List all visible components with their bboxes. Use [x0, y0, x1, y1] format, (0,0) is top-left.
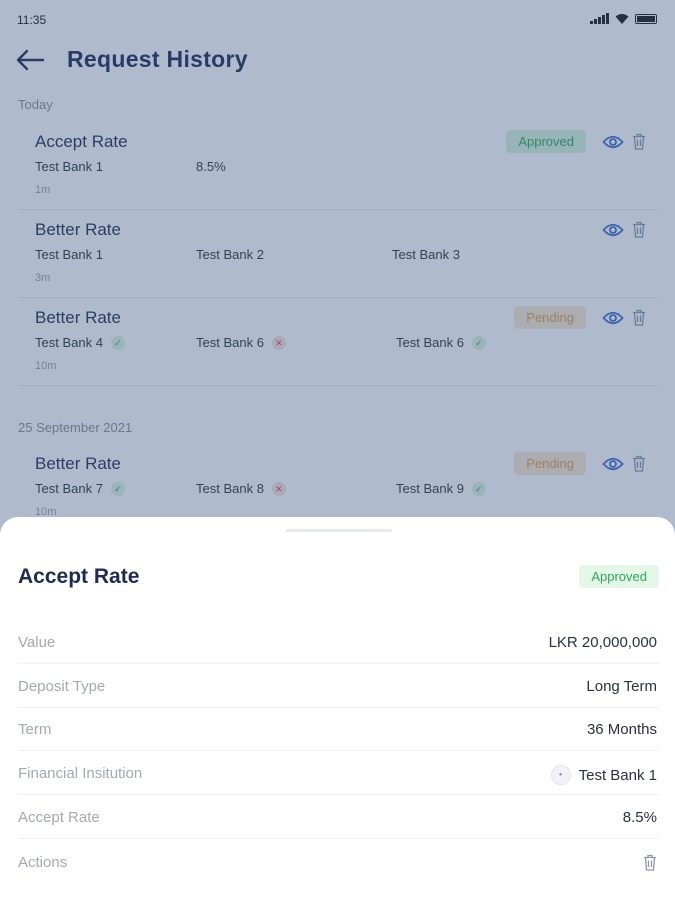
detail-row-accept-rate: Accept Rate 8.5% — [18, 795, 659, 839]
detail-value: Long Term — [586, 678, 657, 695]
sheet-title: Accept Rate — [18, 565, 140, 588]
detail-row-value: Value LKR 20,000,000 — [18, 620, 659, 664]
detail-value: LKR 20,000,000 — [548, 634, 657, 651]
detail-value: Test Bank 1 — [578, 766, 657, 784]
status-badge: Approved — [579, 565, 659, 588]
detail-value: 8.5% — [622, 809, 657, 826]
detail-row-actions: Actions — [18, 840, 659, 884]
trash-icon[interactable] — [643, 854, 657, 871]
detail-label: Term — [18, 721, 52, 738]
detail-value: 36 Months — [586, 721, 657, 738]
detail-label: Actions — [18, 854, 68, 871]
detail-row-deposit-type: Deposit Type Long Term — [18, 664, 659, 708]
bank-logo: ● — [550, 765, 571, 785]
request-detail-sheet: Accept Rate Approved Value LKR 20,000,00… — [0, 517, 675, 900]
detail-label: Value — [18, 634, 56, 651]
detail-label: Financial Insitution — [18, 765, 143, 782]
sheet-drag-handle[interactable] — [286, 529, 392, 532]
detail-row-term: Term 36 Months — [18, 707, 659, 751]
detail-label: Deposit Type — [18, 678, 106, 695]
detail-label: Accept Rate — [18, 809, 100, 826]
detail-row-financial-institution: Financial Insitution ● Test Bank 1 — [18, 751, 659, 795]
detail-value-bank: ● Test Bank 1 — [550, 765, 657, 785]
detail-actions — [643, 854, 657, 871]
